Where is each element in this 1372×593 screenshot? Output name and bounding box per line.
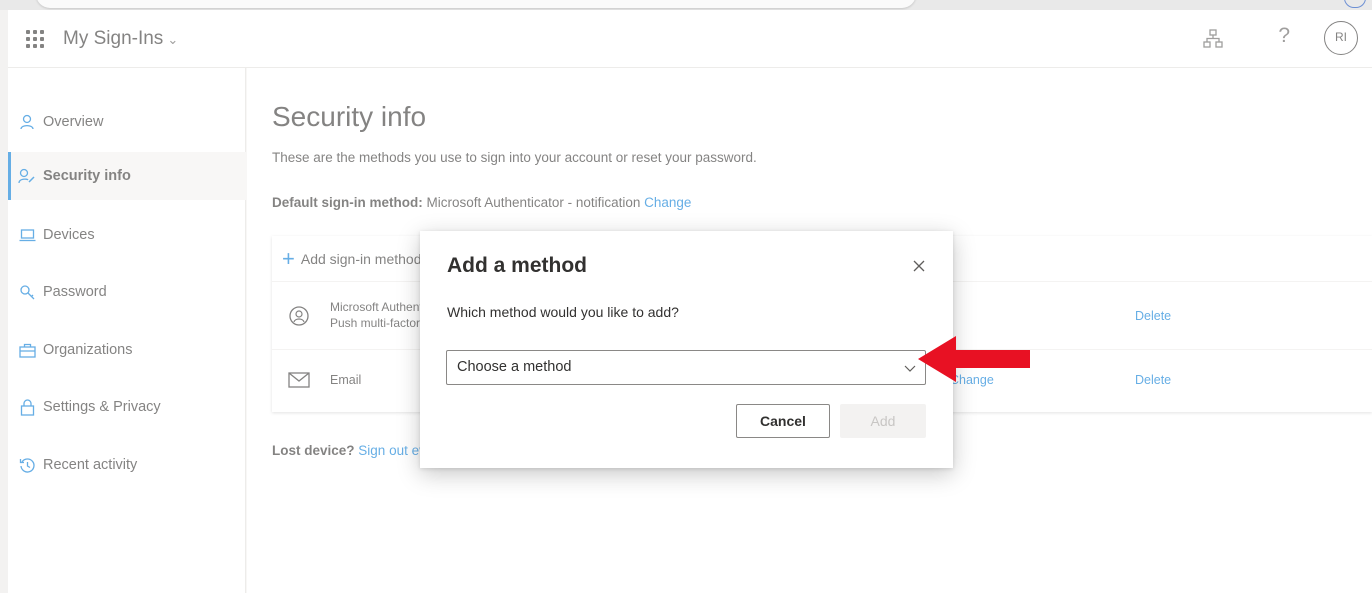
- close-icon[interactable]: [909, 256, 929, 276]
- browser-edge: [0, 0, 1372, 10]
- red-arrow-annotation-icon: [918, 336, 1030, 382]
- chevron-down-icon: [904, 365, 916, 372]
- method-select-placeholder: Choose a method: [457, 359, 572, 375]
- cancel-button[interactable]: Cancel: [736, 404, 830, 438]
- add-button[interactable]: Add: [840, 404, 926, 438]
- dialog-title: Add a method: [447, 254, 587, 277]
- method-select[interactable]: Choose a method: [446, 350, 926, 385]
- browser-corner-icon: [1344, 0, 1366, 8]
- dialog-question: Which method would you like to add?: [447, 304, 679, 320]
- add-method-dialog: Add a method Which method would you like…: [420, 231, 953, 468]
- address-bar[interactable]: [36, 0, 916, 8]
